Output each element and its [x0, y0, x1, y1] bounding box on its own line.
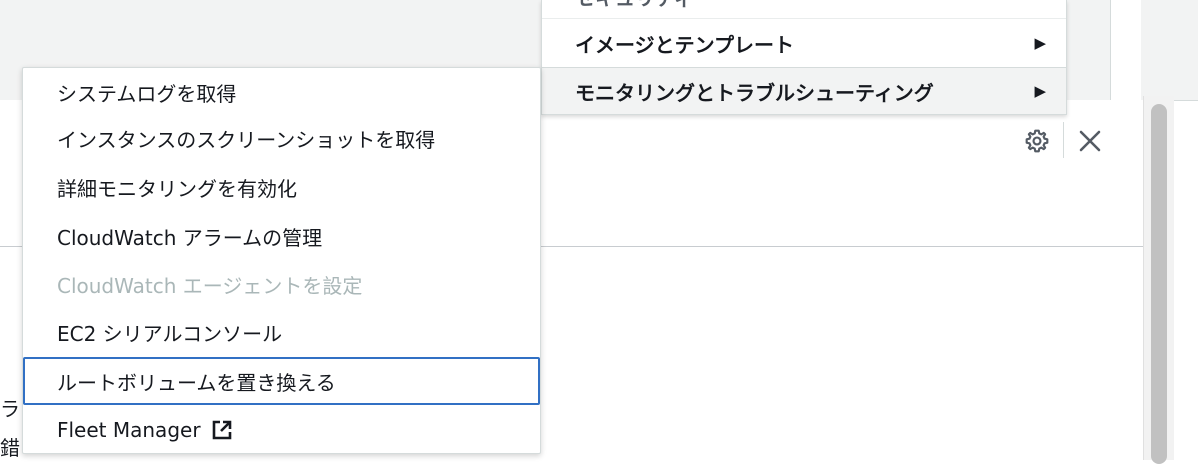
- gear-icon: [1025, 129, 1049, 153]
- header-right-strip: [1110, 0, 1141, 100]
- close-icon: [1079, 130, 1101, 152]
- submenu-item-enable-detailed-monitoring[interactable]: 詳細モニタリングを有効化: [23, 163, 540, 211]
- menu-item-label: セキュリティ: [575, 0, 694, 11]
- panel-close-button[interactable]: [1075, 126, 1105, 156]
- menu-item-label: モニタリングとトラブルシューティング: [575, 80, 934, 105]
- submenu-item-label: CloudWatch エージェントを設定: [57, 273, 363, 298]
- submenu-item-label: EC2 シリアルコンソール: [57, 321, 283, 346]
- submenu-item-get-system-log[interactable]: システムログを取得: [23, 68, 540, 116]
- menu-item-monitoring-and-troubleshooting[interactable]: モニタリングとトラブルシューティング ▶: [542, 67, 1066, 115]
- external-link-icon: [211, 419, 233, 441]
- submenu-item-ec2-serial-console[interactable]: EC2 シリアルコンソール: [23, 308, 540, 356]
- panel-header-divider: [1063, 122, 1064, 158]
- submenu-item-label: インスタンスのスクリーンショットを取得: [57, 127, 436, 152]
- chevron-right-icon: ▶: [1034, 82, 1046, 100]
- submenu-item-label: システムログを取得: [57, 81, 237, 106]
- submenu-item-fleet-manager[interactable]: Fleet Manager: [23, 406, 540, 454]
- submenu-item-label: ルートボリュームを置き換える: [57, 370, 336, 395]
- monitoring-submenu: システムログを取得 インスタンスのスクリーンショットを取得 詳細モニタリングを有…: [22, 67, 541, 454]
- actions-parent-menu: セキュリティ イメージとテンプレート ▶ モニタリングとトラブルシューティング …: [541, 0, 1067, 115]
- background-text-fragment: 錯: [0, 436, 20, 460]
- menu-item-security[interactable]: セキュリティ: [542, 0, 1066, 20]
- panel-scrollbar-thumb[interactable]: [1151, 104, 1167, 464]
- menu-item-label: イメージとテンプレート: [575, 32, 794, 57]
- submenu-item-manage-cloudwatch-alarms[interactable]: CloudWatch アラームの管理: [23, 212, 540, 260]
- menu-item-images-and-templates[interactable]: イメージとテンプレート ▶: [542, 19, 1066, 67]
- chevron-right-icon: ▶: [1034, 34, 1046, 52]
- submenu-item-get-instance-screenshot[interactable]: インスタンスのスクリーンショットを取得: [23, 114, 540, 162]
- panel-settings-button[interactable]: [1022, 126, 1052, 156]
- background-text-fragment: ラ: [0, 397, 20, 421]
- submenu-item-replace-root-volume[interactable]: ルートボリュームを置き換える: [23, 357, 540, 405]
- submenu-item-label: 詳細モニタリングを有効化: [57, 176, 297, 201]
- submenu-item-label: CloudWatch アラームの管理: [57, 225, 323, 250]
- submenu-item-configure-cloudwatch-agent: CloudWatch エージェントを設定: [23, 260, 540, 308]
- submenu-item-label: Fleet Manager: [57, 418, 201, 442]
